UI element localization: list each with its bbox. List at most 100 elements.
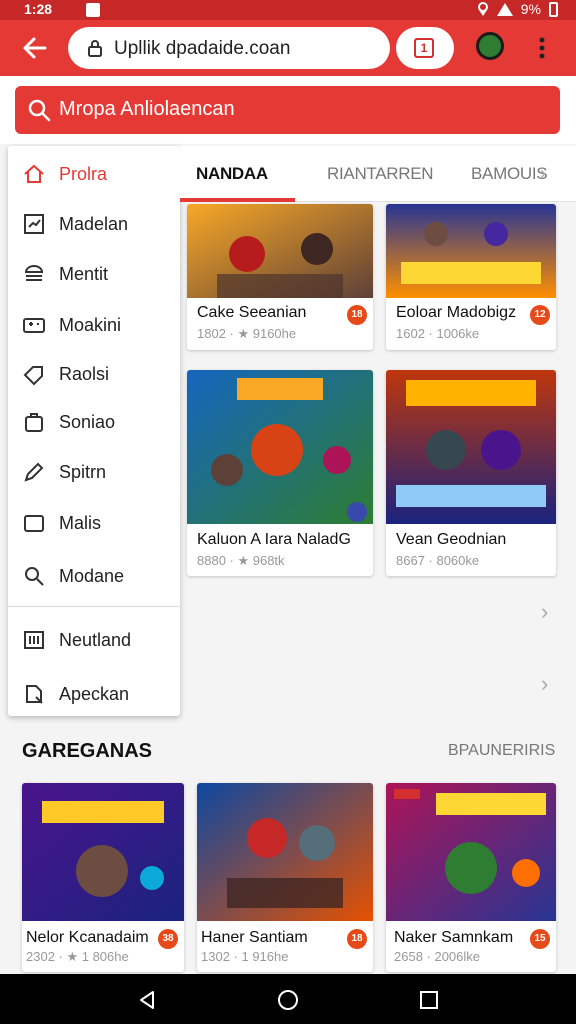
sidebar-item[interactable]: Prolra: [8, 150, 180, 196]
profile-avatar[interactable]: [476, 32, 504, 60]
nav-back-icon[interactable]: [136, 989, 158, 1011]
system-icons: 9%: [477, 1, 558, 17]
sidebar-item-label: Neutland: [59, 630, 132, 650]
sidebar-item[interactable]: Soniao: [8, 398, 180, 444]
card-title: Eoloar Madobigz: [396, 304, 517, 321]
back-button[interactable]: [20, 33, 50, 63]
age-rating-badge: 15: [530, 929, 550, 949]
sidebar-item-label: Apeckan: [59, 684, 130, 704]
sidebar-item[interactable]: Modane: [8, 552, 180, 598]
card-title: Kaluon A Iara NaladG: [197, 531, 351, 548]
game-card[interactable]: Haner Santiam 1302 · 1 916he 18: [197, 783, 373, 972]
sidebar-item-label: Raolsi: [59, 364, 110, 384]
battery-icon: [549, 1, 558, 17]
sidebar-item[interactable]: Madelan: [8, 200, 180, 246]
sidebar-item[interactable]: Mentit: [8, 250, 180, 296]
age-rating-badge: 18: [347, 929, 367, 949]
age-rating-badge: 18: [347, 305, 367, 325]
controller-icon: [23, 318, 45, 333]
game-thumbnail: [187, 204, 373, 298]
game-card[interactable]: Naker Samnkam 2658 · 2006lke 15: [386, 783, 556, 972]
card-meta: 1302 · 1 916he: [201, 949, 289, 964]
age-rating-badge: 38: [158, 929, 178, 949]
category-tabs: NANDAA RIANTARREN BAMOUIS ›: [180, 146, 576, 202]
lock-icon: [88, 40, 102, 57]
chevron-right-icon[interactable]: ›: [541, 601, 557, 623]
sidebar-item-label: Mentit: [59, 264, 109, 284]
section-see-all-link[interactable]: BPAUNERIRIS: [448, 742, 555, 760]
sidebar-item-label: Prolra: [59, 164, 108, 184]
signal-icon: [496, 2, 513, 16]
battery-percent: 9%: [520, 1, 541, 17]
sidebar-item-label: Soniao: [59, 412, 116, 432]
status-time: 1:28: [24, 1, 53, 17]
address-bar[interactable]: Upllik dpadaide.coan: [68, 27, 390, 69]
sidebar-item-label: Malis: [59, 513, 102, 533]
active-tab-indicator: [180, 198, 295, 202]
info-badge: [347, 502, 367, 522]
card-meta: 2658 · 2006lke: [394, 949, 481, 964]
card-meta: 1602 · 1006ke: [396, 326, 480, 341]
sidebar-item[interactable]: Raolsi: [8, 350, 180, 396]
search-user-icon: [25, 567, 44, 586]
sidebar-item[interactable]: Malis: [8, 499, 180, 545]
folder-icon: [24, 515, 44, 532]
home-icon: [24, 164, 44, 183]
side-menu: Prolra Madelan Mentit Moakini Raolsi Soniao Sp…: [8, 146, 180, 716]
game-card[interactable]: Nelor Kcanadaim 2302 · ★ 1 806he 38: [22, 783, 184, 972]
status-bar: 1:28 9%: [0, 0, 576, 20]
chevron-right-icon[interactable]: ›: [540, 163, 556, 183]
menu-divider: [8, 606, 180, 607]
game-card[interactable]: Cake Seeanian 1802 · ★ 9160he 18: [187, 204, 373, 350]
game-thumbnail: [22, 783, 184, 921]
game-thumbnail: [187, 370, 373, 524]
sidebar-item[interactable]: Spitrn: [8, 448, 180, 494]
game-card[interactable]: Kaluon A Iara NaladG 8880 · ★ 968tk: [187, 370, 373, 576]
card-meta: 1802 · ★ 9160he: [197, 326, 297, 341]
age-rating-badge: 12: [530, 305, 550, 325]
card-title: Haner Santiam: [201, 929, 308, 946]
sidebar-item[interactable]: Apeckan: [8, 670, 180, 716]
game-thumbnail: [197, 783, 373, 921]
system-navigation-bar: [0, 974, 576, 1024]
game-card[interactable]: Vean Geodnian 8667 · 8060ke: [386, 370, 556, 576]
card-title: Vean Geodnian: [396, 531, 507, 548]
search-icon: [28, 99, 51, 122]
pen-icon: [24, 462, 44, 482]
chevron-right-icon[interactable]: ›: [541, 673, 557, 695]
sidebar-item-label: Spitrn: [59, 462, 107, 482]
tab-count: 1: [414, 38, 434, 58]
url-text: Upllik dpadaide.coan: [114, 38, 291, 59]
game-card[interactable]: Eoloar Madobigz 1602 · 1006ke 12: [386, 204, 556, 350]
location-icon: [477, 2, 488, 16]
tag-icon: [23, 366, 43, 386]
tab-riantarren[interactable]: RIANTARREN: [327, 164, 434, 184]
sidebar-item[interactable]: Moakini: [8, 301, 180, 347]
nav-home-icon[interactable]: [277, 989, 299, 1011]
sidebar-item-label: Madelan: [59, 214, 129, 234]
card-meta: 2302 · ★ 1 806he: [26, 949, 129, 964]
browser-toolbar: Upllik dpadaide.coan 1: [0, 20, 576, 76]
tab-switcher-button[interactable]: 1: [396, 27, 454, 69]
overflow-menu-button[interactable]: [534, 34, 550, 62]
card-meta: 8667 · 8060ke: [396, 553, 480, 568]
more-vert-icon: [539, 37, 545, 59]
tab-bamouis[interactable]: BAMOUIS: [471, 164, 548, 184]
game-thumbnail: [386, 783, 556, 921]
card-title: Naker Samnkam: [394, 929, 514, 946]
search-input[interactable]: Mropa Anliolaencan: [15, 86, 560, 134]
sidebar-item[interactable]: Neutland: [8, 616, 180, 662]
card-title: Nelor Kcanadaim: [26, 929, 149, 946]
card-meta: 8880 · ★ 968tk: [197, 553, 285, 568]
sidebar-item-label: Modane: [59, 566, 125, 586]
game-thumbnail: [386, 370, 556, 524]
bag-icon: [25, 413, 43, 432]
chart-icon: [24, 214, 44, 234]
burger-icon: [24, 265, 44, 281]
search-icon: [26, 685, 43, 704]
game-thumbnail: [386, 204, 556, 298]
back-arrow-icon: [23, 37, 47, 59]
nav-recents-icon[interactable]: [418, 989, 440, 1011]
section-title: GAREGANAS: [22, 740, 153, 762]
tab-nandaa[interactable]: NANDAA: [196, 164, 268, 184]
